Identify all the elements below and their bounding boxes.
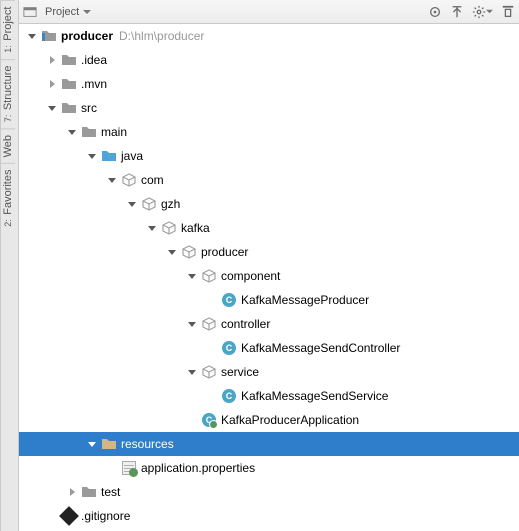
package-icon: [181, 244, 197, 260]
settings-menu[interactable]: [472, 5, 493, 19]
project-view-icon: [23, 5, 37, 19]
collapse-arrow-icon[interactable]: [185, 269, 199, 283]
tree-row[interactable]: C KafkaProducerApplication: [19, 408, 519, 432]
left-vertical-tabs: 1:Project 7:Structure Web 2:Favorites: [1, 0, 19, 531]
scroll-from-source-icon[interactable]: [428, 5, 442, 19]
package-icon: [121, 172, 137, 188]
tree-row[interactable]: producer D:\hlm\producer: [19, 24, 519, 48]
collapse-arrow-icon[interactable]: [165, 245, 179, 259]
tree-node-label: KafkaMessageSendController: [241, 341, 400, 355]
folder-icon: [81, 124, 97, 140]
tree-node-label: kafka: [181, 221, 210, 235]
collapse-arrow-icon[interactable]: [145, 221, 159, 235]
tree-node-label: controller: [221, 317, 270, 331]
tree-node-path: D:\hlm\producer: [119, 29, 204, 43]
tree-row[interactable]: gzh: [19, 192, 519, 216]
expand-arrow-icon[interactable]: [45, 53, 59, 67]
folder-icon: [61, 100, 77, 116]
package-icon: [141, 196, 157, 212]
tree-row[interactable]: kafka: [19, 216, 519, 240]
package-icon: [201, 316, 217, 332]
java-class-icon: C: [221, 388, 237, 404]
tree-row[interactable]: C KafkaMessageProducer: [19, 288, 519, 312]
package-icon: [201, 364, 217, 380]
source-folder-icon: [101, 148, 117, 164]
tree-node-label: service: [221, 365, 259, 379]
tree-row[interactable]: controller: [19, 312, 519, 336]
project-tree[interactable]: producer D:\hlm\producer .idea .mvn srcmain j…: [19, 24, 519, 531]
tree-node-label: main: [101, 125, 127, 139]
tree-row[interactable]: .gitignore: [19, 504, 519, 528]
tree-row[interactable]: C KafkaMessageSendController: [19, 336, 519, 360]
tree-row[interactable]: .mvn: [19, 72, 519, 96]
sidebar-tab-structure[interactable]: 7:Structure: [1, 59, 15, 128]
tree-row[interactable]: C KafkaMessageSendService: [19, 384, 519, 408]
folder-icon: [61, 52, 77, 68]
tree-node-label: src: [81, 101, 97, 115]
tree-node-label: KafkaMessageSendService: [241, 389, 388, 403]
tree-node-label: com: [141, 173, 164, 187]
gear-icon: [472, 5, 486, 19]
collapse-arrow-icon[interactable]: [185, 365, 199, 379]
tree-node-label: producer: [61, 29, 113, 43]
tree-row[interactable]: producer: [19, 240, 519, 264]
tree-row[interactable]: component: [19, 264, 519, 288]
sidebar-tab-web[interactable]: Web: [1, 128, 15, 163]
tree-row[interactable]: test: [19, 480, 519, 504]
sidebar-tab-project[interactable]: 1:Project: [1, 0, 15, 59]
tree-node-label: gzh: [161, 197, 180, 211]
collapse-arrow-icon[interactable]: [25, 29, 39, 43]
tree-node-label: resources: [121, 437, 174, 451]
tree-row[interactable]: java: [19, 144, 519, 168]
hide-panel-icon[interactable]: [501, 5, 515, 19]
tree-row[interactable]: resources: [19, 432, 519, 456]
chevron-down-icon: [83, 8, 91, 16]
java-class-icon: C: [221, 340, 237, 356]
tree-node-label: .mvn: [81, 77, 107, 91]
tree-node-label: .idea: [81, 53, 107, 67]
java-class-icon: C: [221, 292, 237, 308]
collapse-arrow-icon[interactable]: [65, 125, 79, 139]
tree-node-label: component: [221, 269, 280, 283]
collapse-arrow-icon[interactable]: [185, 317, 199, 331]
folder-icon: [81, 484, 97, 500]
gitignore-icon: [61, 508, 77, 524]
tree-node-label: java: [121, 149, 143, 163]
folder-icon: [61, 76, 77, 92]
project-view-selector[interactable]: Project: [41, 4, 95, 20]
java-main-class-icon: C: [201, 412, 217, 428]
collapse-arrow-icon[interactable]: [45, 101, 59, 115]
collapse-arrow-icon[interactable]: [85, 149, 99, 163]
project-toolbar: Project: [19, 0, 519, 24]
collapse-arrow-icon[interactable]: [85, 437, 99, 451]
sidebar-tab-favorites[interactable]: 2:Favorites: [1, 163, 15, 233]
chevron-down-icon: [486, 8, 493, 15]
properties-file-icon: [121, 460, 137, 476]
tree-node-label: KafkaMessageProducer: [241, 293, 369, 307]
tree-node-label: KafkaProducerApplication: [221, 413, 359, 427]
tree-row[interactable]: .idea: [19, 48, 519, 72]
resources-folder-icon: [101, 436, 117, 452]
collapse-arrow-icon[interactable]: [105, 173, 119, 187]
tree-row[interactable]: application.properties: [19, 456, 519, 480]
collapse-all-icon[interactable]: [450, 5, 464, 19]
expand-arrow-icon[interactable]: [65, 485, 79, 499]
tree-node-label: test: [101, 485, 120, 499]
package-icon: [161, 220, 177, 236]
tree-row[interactable]: src: [19, 96, 519, 120]
tree-node-label: producer: [201, 245, 248, 259]
expand-arrow-icon[interactable]: [45, 77, 59, 91]
tree-row[interactable]: main: [19, 120, 519, 144]
collapse-arrow-icon[interactable]: [125, 197, 139, 211]
package-icon: [201, 268, 217, 284]
module-folder-icon: [41, 28, 57, 44]
tree-row[interactable]: com: [19, 168, 519, 192]
tree-row[interactable]: service: [19, 360, 519, 384]
tree-node-label: application.properties: [141, 461, 255, 475]
tree-node-label: .gitignore: [81, 509, 130, 523]
